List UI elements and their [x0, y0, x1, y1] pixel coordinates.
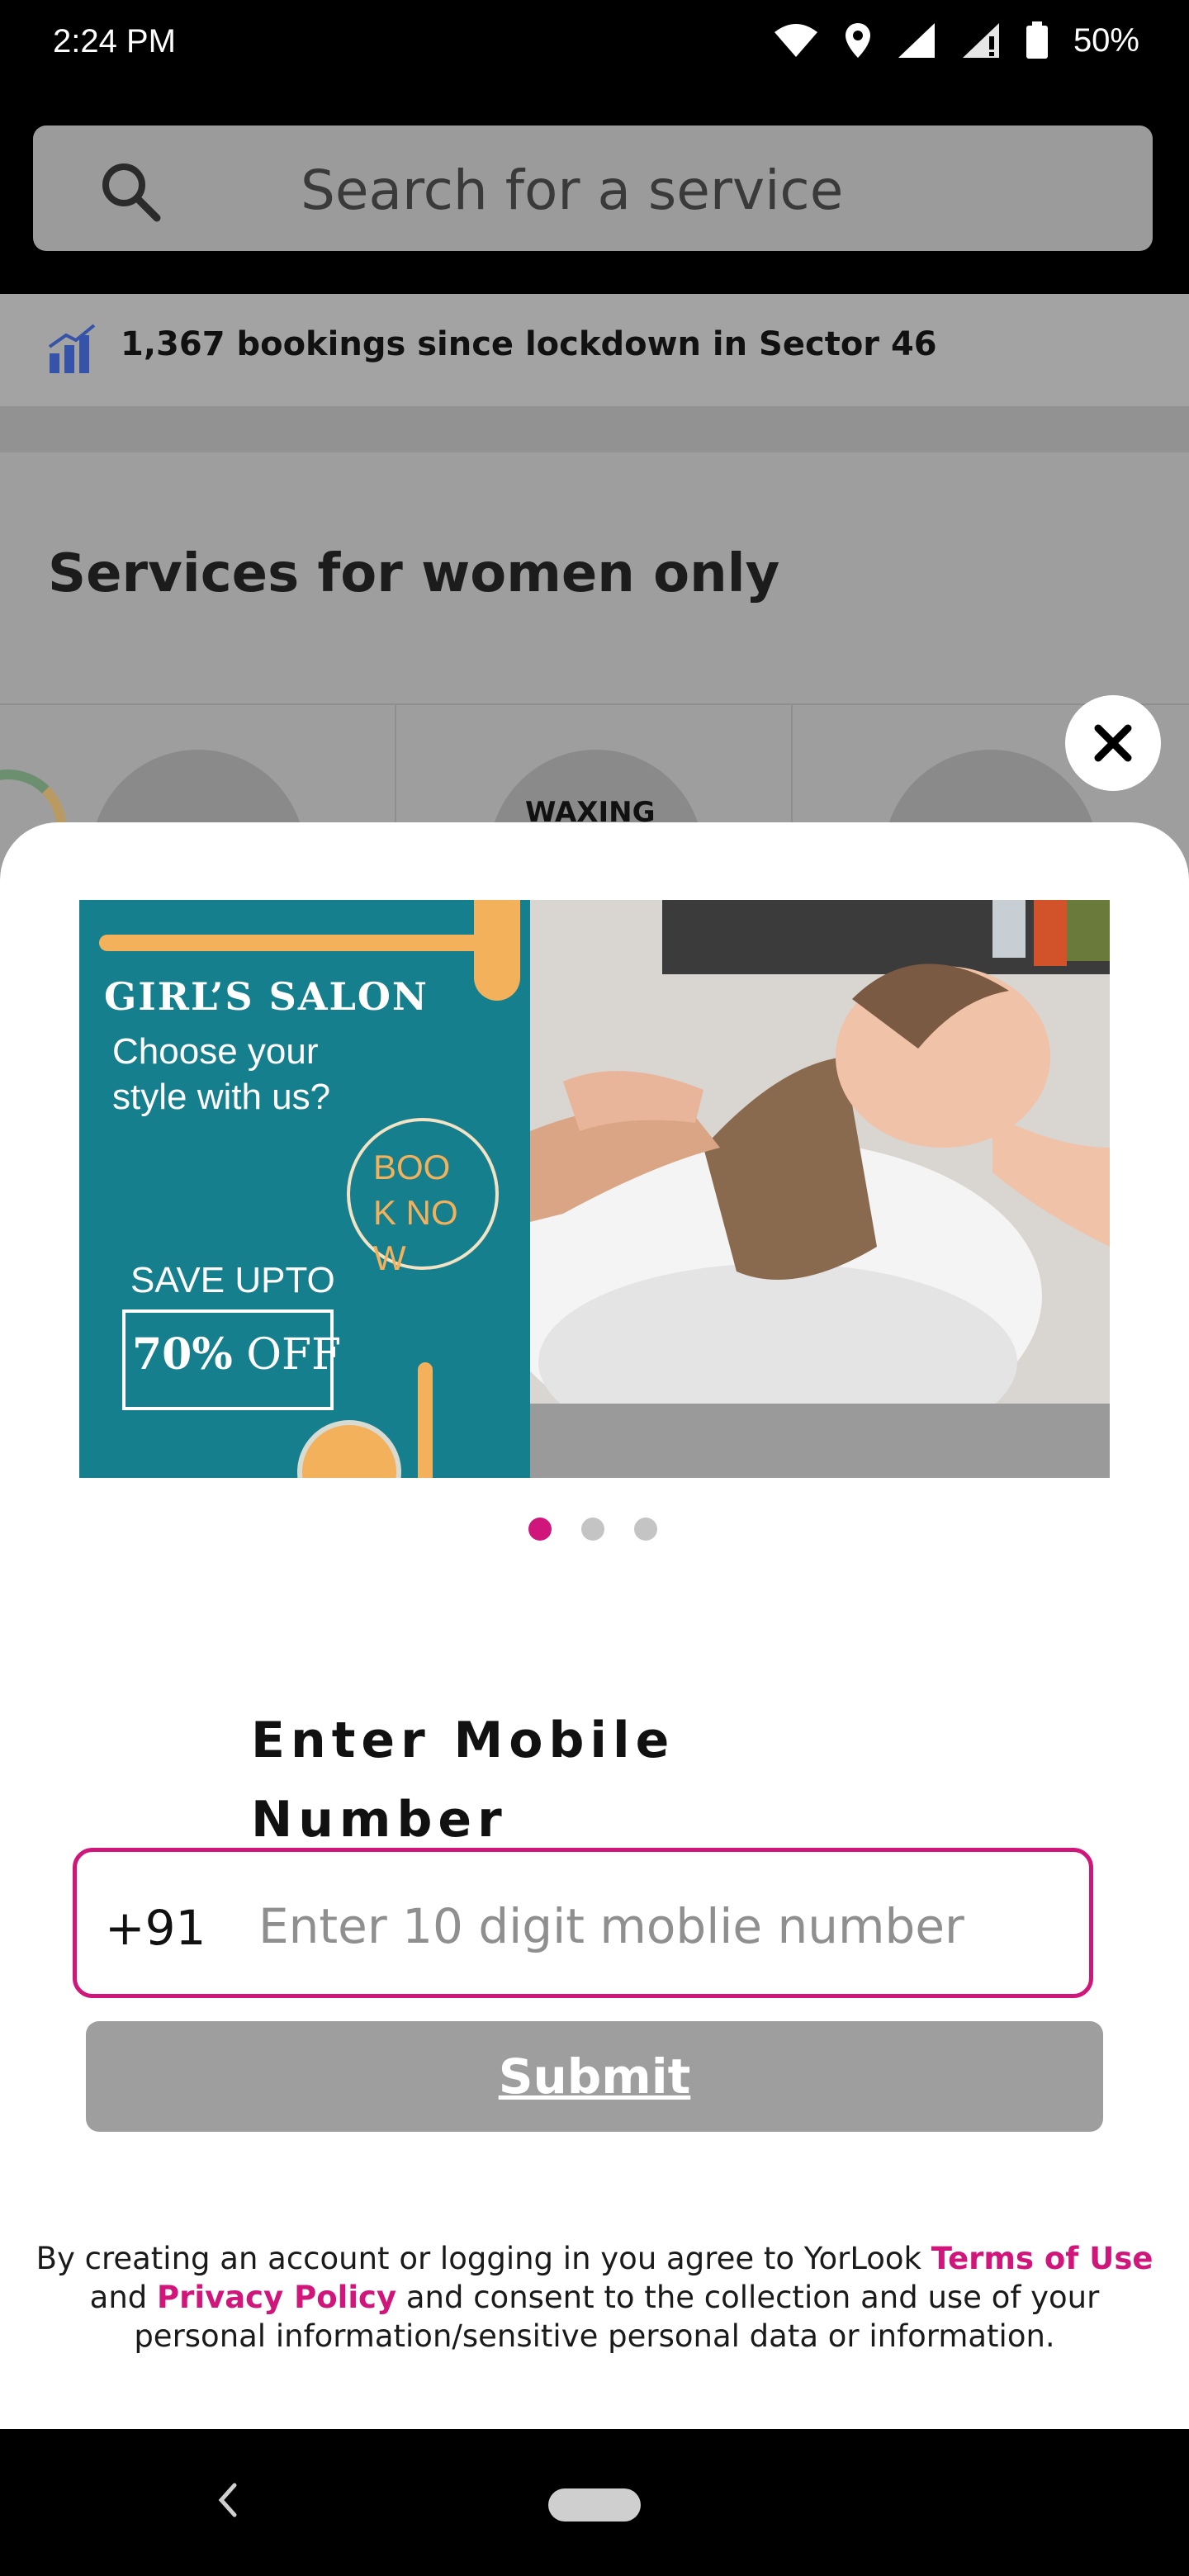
- battery-icon: [1026, 21, 1048, 59]
- app-header: Search for a service: [0, 91, 1189, 294]
- offer-percent: 70%: [132, 1329, 233, 1380]
- location-icon: [845, 23, 870, 58]
- phone-field[interactable]: +91: [73, 1848, 1093, 1998]
- status-time: 2:24 PM: [53, 23, 176, 59]
- legal-and: and: [89, 2280, 158, 2315]
- phone-input[interactable]: [258, 1885, 1051, 1968]
- privacy-policy-link[interactable]: Privacy Policy: [157, 2280, 396, 2315]
- section-title: Services for women only: [48, 543, 780, 604]
- carousel-dots: [528, 1518, 657, 1541]
- status-icons: 50%: [773, 21, 1139, 59]
- banner-text-panel: GIRL’S SALON Choose your style with us? …: [79, 900, 530, 1478]
- status-bar: 2:24 PM 50%: [0, 0, 1189, 91]
- salon-photo: [530, 900, 1110, 1478]
- search-icon: [102, 163, 161, 222]
- offer-text: 70% OFF: [132, 1329, 341, 1380]
- wifi-icon: [774, 24, 817, 57]
- login-bottom-sheet: GIRL’S SALON Choose your style with us? …: [0, 822, 1189, 2429]
- country-code: +91: [105, 1900, 206, 1956]
- banner-subtitle: Choose your style with us?: [112, 1031, 331, 1117]
- book-now-text: BOOK NOW: [373, 1148, 458, 1277]
- battery-percent: 50%: [1073, 21, 1139, 59]
- bookings-count-text: 1,367 bookings since lockdown in Sector …: [121, 325, 937, 363]
- back-icon[interactable]: [210, 2475, 243, 2525]
- system-nav-bar: [0, 2429, 1189, 2576]
- terms-of-use-link[interactable]: Terms of Use: [931, 2241, 1153, 2276]
- signal-alert-icon: [962, 23, 999, 58]
- banner-decor-bar: [99, 935, 504, 951]
- close-icon: [1094, 724, 1132, 762]
- divider-strip: [0, 406, 1189, 452]
- save-upto-text: SAVE UPTO: [130, 1260, 335, 1300]
- carousel-dot-active[interactable]: [528, 1518, 552, 1541]
- banner-title: GIRL’S SALON: [104, 974, 429, 1019]
- promo-banner[interactable]: GIRL’S SALON Choose your style with us? …: [79, 900, 1110, 1478]
- banner-decor-tab: [474, 900, 520, 1001]
- mobile-number-label: Enter Mobile Number: [251, 1712, 675, 1849]
- carousel-dot[interactable]: [634, 1518, 657, 1541]
- carousel-dot[interactable]: [581, 1518, 604, 1541]
- bar-chart-icon: [48, 324, 96, 373]
- home-pill-button[interactable]: [548, 2488, 641, 2522]
- banner-decor-blob: [297, 1420, 401, 1478]
- search-placeholder: Search for a service: [301, 159, 844, 222]
- offer-word: OFF: [246, 1330, 342, 1380]
- salon-photo-illustration: [530, 900, 1110, 1478]
- search-bar[interactable]: Search for a service: [33, 125, 1153, 251]
- bookings-banner: 1,367 bookings since lockdown in Sector …: [0, 294, 1189, 406]
- signal-icon: [898, 23, 935, 58]
- legal-prefix: By creating an account or logging in you…: [36, 2241, 931, 2276]
- legal-text: By creating an account or logging in you…: [33, 2239, 1156, 2356]
- close-button[interactable]: [1065, 695, 1161, 791]
- banner-decor-stick: [418, 1362, 433, 1478]
- submit-button[interactable]: Submit: [86, 2021, 1103, 2132]
